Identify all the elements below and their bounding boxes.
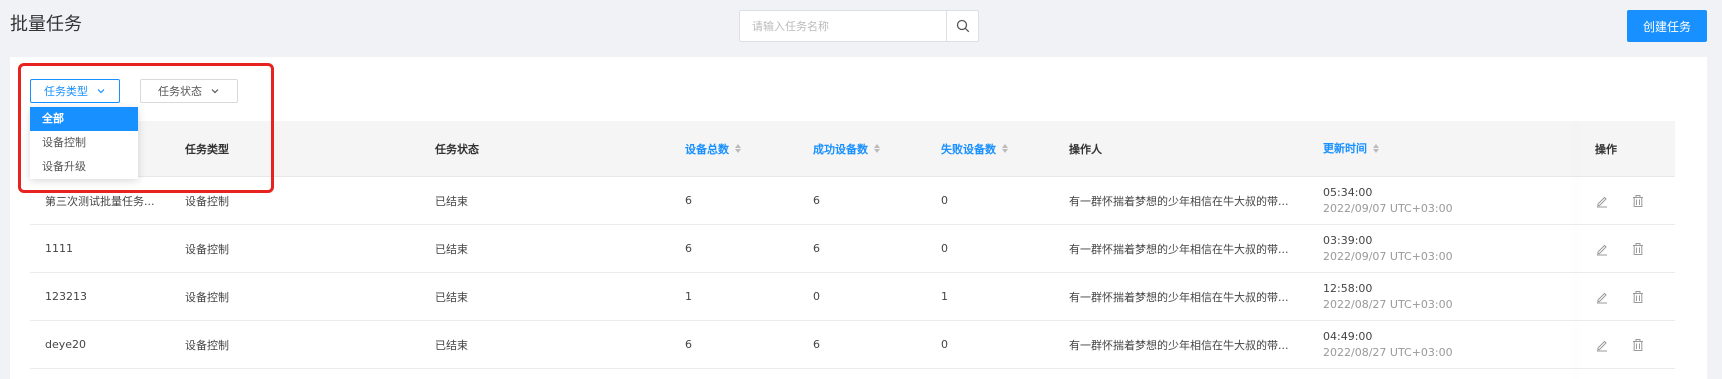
fail-count: 0: [941, 338, 948, 351]
search-box: [739, 10, 979, 42]
updated-time-date: 2022/09/07 UTC+03:00: [1323, 201, 1453, 215]
table-row: 第三次测试批量任务... 设备控制 已结束 6 6 0 有一群怀揣着梦想的少年相…: [30, 177, 1675, 225]
task-status: 已结束: [435, 242, 468, 256]
chevron-down-icon: [211, 89, 219, 94]
row-actions: [1575, 338, 1675, 352]
task-type-filter[interactable]: 任务类型: [30, 79, 120, 103]
task-type: 设备控制: [185, 338, 229, 352]
fail-count: 0: [941, 194, 948, 207]
device-total: 6: [685, 242, 692, 255]
dropdown-option-all[interactable]: 全部: [30, 107, 138, 131]
task-status-filter-label: 任务状态: [158, 85, 202, 98]
table-header: 任务类型 任务状态 设备总数 成功设备数 失败设备数 操作人 更新时间 操作: [30, 121, 1675, 177]
chevron-down-icon: [97, 89, 105, 94]
task-type: 设备控制: [185, 290, 229, 304]
header-updated-time-label: 更新时间: [1323, 141, 1367, 155]
search-input[interactable]: [740, 11, 946, 41]
row-actions: [1575, 242, 1675, 256]
sort-icon: [735, 144, 741, 153]
task-status: 已结束: [435, 338, 468, 352]
header-device-total-label: 设备总数: [685, 142, 729, 156]
updated-time-date: 2022/08/27 UTC+03:00: [1323, 297, 1453, 311]
task-status: 已结束: [435, 290, 468, 304]
trash-icon[interactable]: [1631, 290, 1645, 304]
updated-time-date: 2022/09/07 UTC+03:00: [1323, 249, 1453, 263]
edit-icon[interactable]: [1595, 290, 1609, 304]
success-count: 6: [813, 194, 820, 207]
header-task-status: 任务状态: [435, 142, 479, 156]
header-success-count[interactable]: 成功设备数: [808, 141, 936, 157]
trash-icon[interactable]: [1631, 194, 1645, 208]
task-type: 设备控制: [185, 194, 229, 208]
task-name: 第三次测试批量任务...: [45, 194, 155, 208]
header-actions: 操作: [1595, 142, 1617, 156]
row-actions: [1575, 290, 1675, 304]
table-row: deye20 设备控制 已结束 6 6 0 有一群怀揣着梦想的少年相信在牛大叔的…: [30, 321, 1675, 369]
sort-icon: [874, 144, 880, 153]
task-name: deye20: [45, 338, 87, 351]
edit-icon[interactable]: [1595, 338, 1609, 352]
task-status: 已结束: [435, 194, 468, 208]
actions-column-shadow: [1580, 121, 1581, 379]
dropdown-option-device-upgrade[interactable]: 设备升级: [30, 155, 138, 179]
updated-time-clock: 12:58:00: [1323, 281, 1373, 295]
updated-time: 03:39:00 2022/09/07 UTC+03:00: [1318, 233, 1575, 265]
updated-time-clock: 04:49:00: [1323, 329, 1373, 343]
sort-icon: [1002, 144, 1008, 153]
edit-icon[interactable]: [1595, 242, 1609, 256]
device-total: 6: [685, 194, 692, 207]
updated-time-date: 2022/08/27 UTC+03:00: [1323, 345, 1453, 359]
task-status-filter[interactable]: 任务状态: [140, 79, 238, 103]
table-row: 123213 设备控制 已结束 1 0 1 有一群怀揣着梦想的少年相信在牛大叔的…: [30, 273, 1675, 321]
updated-time: 12:58:00 2022/08/27 UTC+03:00: [1318, 281, 1575, 313]
fail-count: 0: [941, 242, 948, 255]
dropdown-option-device-control[interactable]: 设备控制: [30, 131, 138, 155]
trash-icon[interactable]: [1631, 242, 1645, 256]
table-row: 1111 设备控制 已结束 6 6 0 有一群怀揣着梦想的少年相信在牛大叔的带.…: [30, 225, 1675, 273]
success-count: 6: [813, 338, 820, 351]
operator: 有一群怀揣着梦想的少年相信在牛大叔的带...: [1069, 194, 1289, 208]
sort-icon: [1373, 144, 1379, 153]
row-actions: [1575, 194, 1675, 208]
header-device-total[interactable]: 设备总数: [680, 141, 808, 157]
page-title: 批量任务: [10, 14, 82, 35]
device-total: 1: [685, 290, 692, 303]
search-button[interactable]: [946, 11, 978, 41]
task-table: 任务类型 任务状态 设备总数 成功设备数 失败设备数 操作人 更新时间 操作 第…: [30, 121, 1675, 369]
create-task-button[interactable]: 创建任务: [1627, 10, 1707, 42]
trash-icon[interactable]: [1631, 338, 1645, 352]
success-count: 6: [813, 242, 820, 255]
header-task-type: 任务类型: [185, 142, 229, 156]
success-count: 0: [813, 290, 820, 303]
task-type-dropdown: 全部 设备控制 设备升级: [30, 107, 138, 179]
device-total: 6: [685, 338, 692, 351]
header-fail-count-label: 失败设备数: [941, 142, 996, 156]
updated-time-clock: 03:39:00: [1323, 233, 1373, 247]
fail-count: 1: [941, 290, 948, 303]
updated-time-clock: 05:34:00: [1323, 185, 1373, 199]
edit-icon[interactable]: [1595, 194, 1609, 208]
updated-time: 05:34:00 2022/09/07 UTC+03:00: [1318, 185, 1575, 217]
task-type: 设备控制: [185, 242, 229, 256]
updated-time: 04:49:00 2022/08/27 UTC+03:00: [1318, 329, 1575, 361]
task-name: 1111: [45, 242, 73, 255]
header-fail-count[interactable]: 失败设备数: [936, 141, 1064, 157]
operator: 有一群怀揣着梦想的少年相信在牛大叔的带...: [1069, 290, 1289, 304]
task-name: 123213: [45, 290, 87, 303]
operator: 有一群怀揣着梦想的少年相信在牛大叔的带...: [1069, 242, 1289, 256]
operator: 有一群怀揣着梦想的少年相信在牛大叔的带...: [1069, 338, 1289, 352]
search-icon: [956, 19, 969, 33]
header-updated-time[interactable]: 更新时间: [1318, 141, 1575, 157]
header-operator: 操作人: [1069, 142, 1102, 156]
header-success-count-label: 成功设备数: [813, 142, 868, 156]
task-type-filter-label: 任务类型: [44, 85, 88, 98]
